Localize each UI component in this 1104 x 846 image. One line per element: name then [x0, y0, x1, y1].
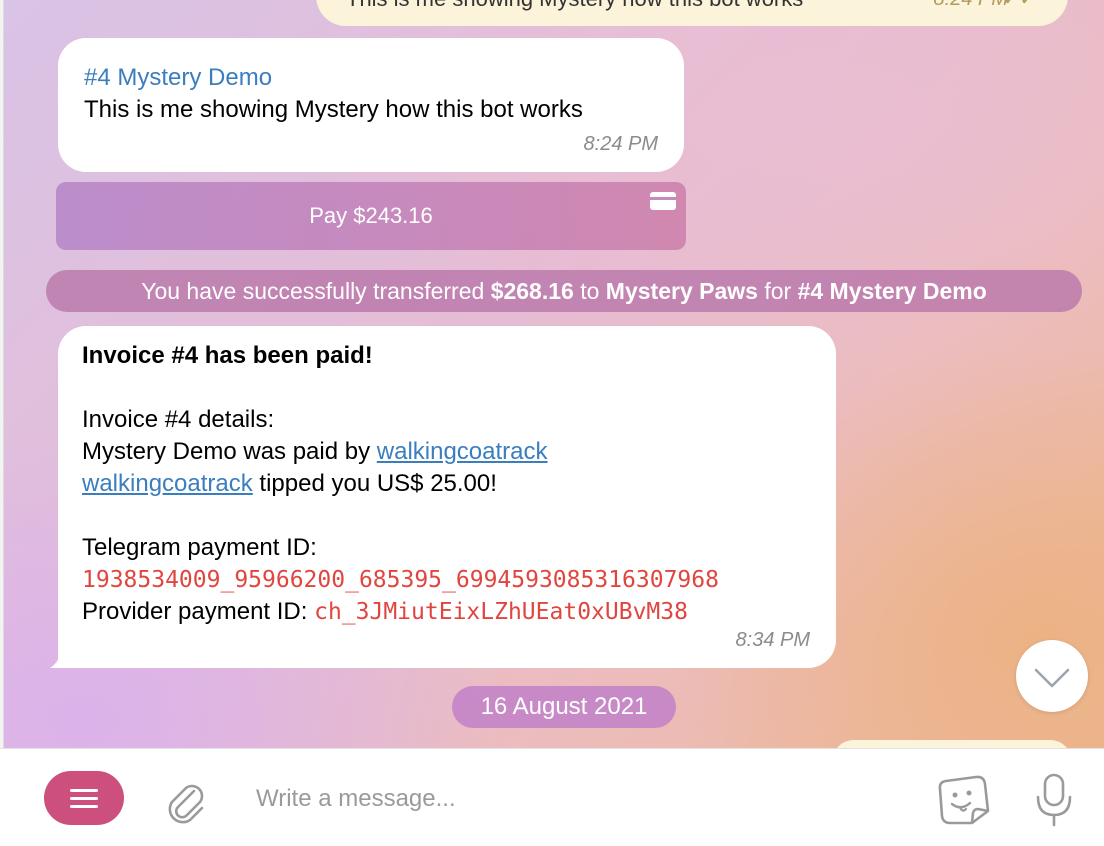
- outgoing-message-bubble-partial: [832, 740, 1072, 748]
- transfer-amount: $268.16: [490, 278, 574, 304]
- pay-button[interactable]: Pay $243.16: [56, 182, 686, 250]
- microphone-icon[interactable]: [1032, 771, 1076, 829]
- provider-payment-id[interactable]: ch_3JMiutEixLZhUEat0xUBvM38: [314, 599, 688, 625]
- service-message: You have successfully transferred $268.1…: [46, 270, 1082, 312]
- hamburger-icon: [70, 789, 98, 792]
- double-check-icon: ✓✓: [1002, 0, 1036, 14]
- scroll-to-bottom-button[interactable]: [1016, 640, 1088, 712]
- bot-menu-button[interactable]: [44, 771, 124, 825]
- service-text-for: for: [757, 278, 798, 304]
- sticker-icon[interactable]: [936, 773, 992, 827]
- service-text-mid: to: [573, 278, 606, 304]
- tip-line: walkingcoatrack tipped you US$ 25.00!: [82, 468, 719, 500]
- credit-card-icon: [650, 192, 676, 210]
- message-input[interactable]: [256, 779, 896, 819]
- message-time: 8:24 PM: [934, 0, 1008, 14]
- payer-username-link[interactable]: walkingcoatrack: [377, 438, 548, 465]
- invoice-details-label: Invoice #4 details:: [82, 406, 275, 433]
- invoice-heading: Invoice #4 has been paid!: [82, 342, 373, 369]
- message-text: This is me showing Mystery how this bot …: [346, 0, 803, 14]
- invoice-content: Invoice #4 has been paid! Invoice #4 det…: [82, 340, 719, 628]
- bubble-tail: [50, 646, 76, 668]
- paid-by-text: Mystery Demo was paid by: [82, 438, 377, 465]
- incoming-message-bubble[interactable]: #4 Mystery Demo This is me showing Myste…: [58, 38, 684, 172]
- recipient-name: Mystery Paws: [605, 278, 758, 304]
- outgoing-message-bubble[interactable]: This is me showing Mystery how this bot …: [316, 0, 1068, 26]
- hamburger-icon: [70, 805, 98, 808]
- message-text: This is me showing Mystery how this bot …: [84, 96, 583, 123]
- message-title: #4 Mystery Demo: [84, 64, 273, 91]
- message-composer: [0, 748, 1104, 846]
- item-name: #4 Mystery Demo: [797, 278, 987, 304]
- paid-by-line: Mystery Demo was paid by walkingcoatrack: [82, 436, 719, 468]
- window-edge: [0, 0, 4, 748]
- provider-line: Provider payment ID: ch_3JMiutEixLZhUEat…: [82, 596, 719, 628]
- message-content: #4 Mystery Demo This is me showing Myste…: [84, 62, 583, 126]
- telegram-payment-id[interactable]: 1938534009_95966200_685395_6994593085316…: [82, 564, 719, 596]
- chevron-down-icon: [1034, 668, 1070, 688]
- message-time: 8:34 PM: [735, 629, 810, 651]
- date-separator: 16 August 2021: [452, 686, 676, 728]
- provider-payment-id-label: Provider payment ID:: [82, 598, 315, 625]
- chat-area[interactable]: This is me showing Mystery how this bot …: [0, 0, 1104, 748]
- pay-button-label: Pay $243.16: [309, 203, 433, 228]
- telegram-payment-id-label: Telegram payment ID:: [82, 534, 317, 561]
- service-text-prefix: You have successfully transferred: [141, 278, 491, 304]
- tip-text: tipped you US$ 25.00!: [252, 470, 497, 497]
- paperclip-icon[interactable]: [160, 775, 210, 825]
- message-time: 8:24 PM: [583, 133, 658, 155]
- tipper-username-link[interactable]: walkingcoatrack: [82, 470, 253, 497]
- hamburger-icon: [70, 797, 98, 800]
- invoice-message-bubble[interactable]: Invoice #4 has been paid! Invoice #4 det…: [58, 326, 836, 668]
